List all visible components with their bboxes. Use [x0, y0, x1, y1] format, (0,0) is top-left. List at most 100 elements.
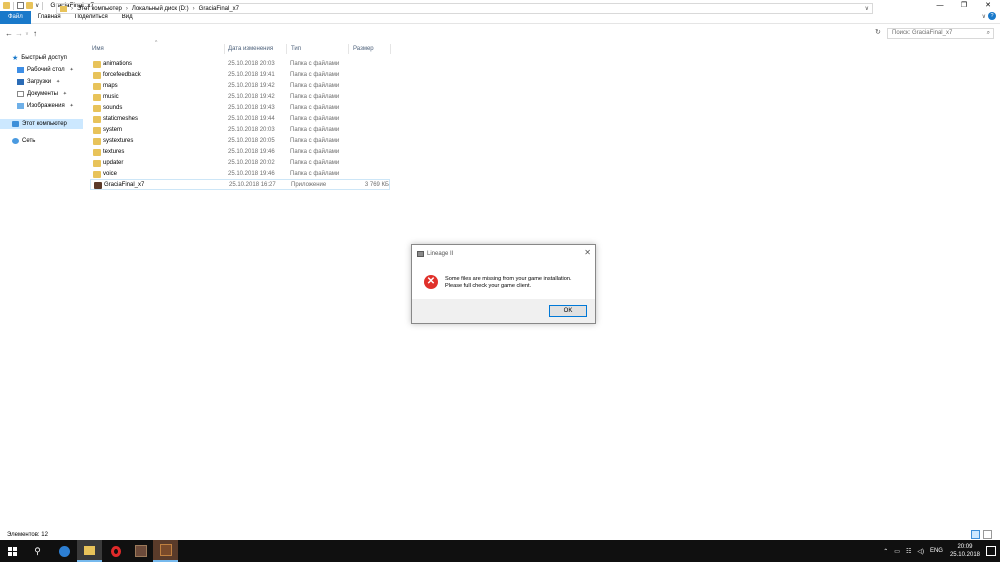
notifications-icon[interactable]: [986, 546, 996, 556]
clock-time: 20:09: [957, 544, 973, 550]
file-row[interactable]: system 25.10.2018 20:03 Папка с файлами: [90, 125, 390, 136]
column-separator[interactable]: [286, 44, 287, 54]
taskbar-explorer[interactable]: [77, 540, 102, 562]
file-size: 3 769 КБ: [364, 182, 389, 188]
taskbar-lineage-app[interactable]: [153, 540, 178, 562]
breadcrumb-local-disk[interactable]: Локальный диск (D:): [132, 6, 189, 12]
file-row[interactable]: music 25.10.2018 19:42 Папка с файлами: [90, 92, 390, 103]
breadcrumb-separator[interactable]: ›: [126, 6, 128, 12]
file-name: systextures: [103, 138, 134, 144]
customize-toolbar-chevron-icon[interactable]: ∨: [35, 2, 39, 9]
battery-icon[interactable]: ▭: [894, 548, 900, 555]
file-name: animations: [103, 61, 133, 67]
taskbar: ⚲ ⌃ ▭ ☷ ◁) ENG 20:09 25.10.2018: [0, 540, 1000, 562]
nav-item-desktop[interactable]: Рабочий стол ✦: [17, 65, 74, 75]
large-icons-view-button[interactable]: [983, 530, 992, 539]
breadcrumb-this-pc[interactable]: Этот компьютер: [77, 6, 122, 12]
file-row[interactable]: maps 25.10.2018 19:42 Папка с файлами: [90, 81, 390, 92]
folder-icon: [93, 127, 101, 134]
close-button[interactable]: ✕: [976, 0, 1000, 11]
folder-icon: [93, 72, 101, 79]
taskbar-game-app[interactable]: [128, 540, 153, 562]
lineage-app-icon: [159, 544, 172, 556]
refresh-icon[interactable]: ↻: [875, 28, 881, 36]
taskbar-search-button[interactable]: ⚲: [25, 540, 50, 562]
dialog-footer: OK: [412, 299, 595, 323]
details-view-button[interactable]: [971, 530, 980, 539]
column-separator[interactable]: [348, 44, 349, 54]
column-separator[interactable]: [224, 44, 225, 54]
taskbar-opera[interactable]: [103, 540, 128, 562]
file-row-selected[interactable]: GraciaFinal_x7 25.10.2018 16:27 Приложен…: [90, 179, 390, 190]
file-name: GraciaFinal_x7: [104, 182, 145, 188]
column-header-type[interactable]: Тип: [291, 44, 301, 54]
file-row[interactable]: updater 25.10.2018 20:02 Папка с файлами: [90, 158, 390, 169]
sort-arrow-icon: ^: [155, 40, 158, 46]
file-name: sounds: [103, 105, 123, 111]
pin-icon[interactable]: ✦: [69, 67, 73, 73]
forward-button[interactable]: →: [14, 29, 24, 38]
nav-item-network[interactable]: Сеть: [12, 136, 35, 146]
system-tray: ⌃ ▭ ☷ ◁) ENG 20:09 25.10.2018: [880, 540, 1000, 562]
breadcrumb-current-folder[interactable]: GraciaFinal_x7: [199, 6, 239, 12]
error-icon: ✕: [424, 275, 438, 289]
clock[interactable]: 20:09 25.10.2018: [950, 543, 980, 559]
breadcrumb-separator[interactable]: ›: [193, 6, 195, 12]
file-row[interactable]: sounds 25.10.2018 19:43 Папка с файлами: [90, 103, 390, 114]
file-row[interactable]: animations 25.10.2018 20:03 Папка с файл…: [90, 59, 390, 70]
maximize-button[interactable]: ❐: [952, 0, 976, 11]
column-header-date[interactable]: Дата изменения: [228, 44, 273, 54]
file-name: maps: [103, 83, 118, 89]
properties-icon[interactable]: [17, 2, 24, 9]
language-indicator[interactable]: ENG: [930, 548, 943, 554]
computer-icon: [12, 121, 19, 127]
column-header-name[interactable]: Имя: [92, 44, 104, 54]
search-input[interactable]: Поиск: GraciaFinal_x7 ⌕: [887, 28, 994, 39]
new-folder-icon[interactable]: [26, 2, 33, 9]
file-type: Папка с файлами: [290, 149, 340, 155]
show-hidden-icons-icon[interactable]: ⌃: [883, 548, 888, 555]
pin-icon[interactable]: ✦: [63, 91, 67, 97]
dialog-message: Some files are missing from your game in…: [445, 276, 572, 290]
file-type: Приложение: [291, 182, 327, 188]
file-row[interactable]: staticmeshes 25.10.2018 19:44 Папка с фа…: [90, 114, 390, 125]
file-date: 25.10.2018 19:42: [228, 94, 275, 100]
pin-icon[interactable]: ✦: [70, 103, 74, 109]
address-dropdown-icon[interactable]: ∨: [865, 5, 869, 12]
up-button[interactable]: ↑: [30, 29, 40, 38]
nav-item-this-pc[interactable]: Этот компьютер: [0, 119, 83, 129]
expand-ribbon-icon[interactable]: ∨: [982, 13, 986, 20]
address-bar[interactable]: › Этот компьютер › Локальный диск (D:) ›…: [56, 3, 873, 14]
file-name: forcefeedback: [103, 72, 141, 78]
nav-item-pictures[interactable]: Изображения ✦: [17, 101, 74, 111]
volume-icon[interactable]: ◁): [917, 548, 924, 555]
error-dialog: Lineage II ✕ ✕ Some files are missing fr…: [411, 244, 596, 324]
file-row[interactable]: textures 25.10.2018 19:46 Папка с файлам…: [90, 147, 390, 158]
folder-icon: [93, 61, 101, 68]
start-button[interactable]: [0, 540, 25, 562]
file-row[interactable]: forcefeedback 25.10.2018 19:41 Папка с ф…: [90, 70, 390, 81]
nav-item-downloads[interactable]: Загрузки ✦: [17, 77, 60, 87]
ok-button[interactable]: OK: [549, 305, 587, 317]
help-icon[interactable]: ?: [988, 12, 996, 20]
minimize-button[interactable]: —: [928, 0, 952, 11]
dialog-message-line: Some files are missing from your game in…: [445, 276, 572, 282]
back-button[interactable]: ←: [4, 29, 14, 38]
column-separator[interactable]: [390, 44, 391, 54]
pin-icon[interactable]: ✦: [56, 79, 60, 85]
breadcrumb-separator[interactable]: ›: [71, 6, 73, 12]
file-row[interactable]: systextures 25.10.2018 20:05 Папка с фай…: [90, 136, 390, 147]
taskbar-edge[interactable]: [52, 540, 77, 562]
tab-file[interactable]: Файл: [0, 10, 31, 24]
dialog-close-button[interactable]: ✕: [584, 248, 591, 257]
nav-label: Изображения: [27, 103, 65, 109]
nav-quick-access[interactable]: ★ Быстрый доступ: [12, 53, 67, 63]
file-type: Папка с файлами: [290, 83, 340, 89]
toolbar-separator: [42, 1, 44, 10]
nav-item-documents[interactable]: Документы ✦: [17, 89, 67, 99]
network-icon[interactable]: ☷: [906, 548, 911, 555]
file-type: Папка с файлами: [290, 105, 340, 111]
folder-icon: [60, 5, 67, 12]
column-header-size[interactable]: Размер: [353, 44, 374, 54]
file-date: 25.10.2018 19:43: [228, 105, 275, 111]
